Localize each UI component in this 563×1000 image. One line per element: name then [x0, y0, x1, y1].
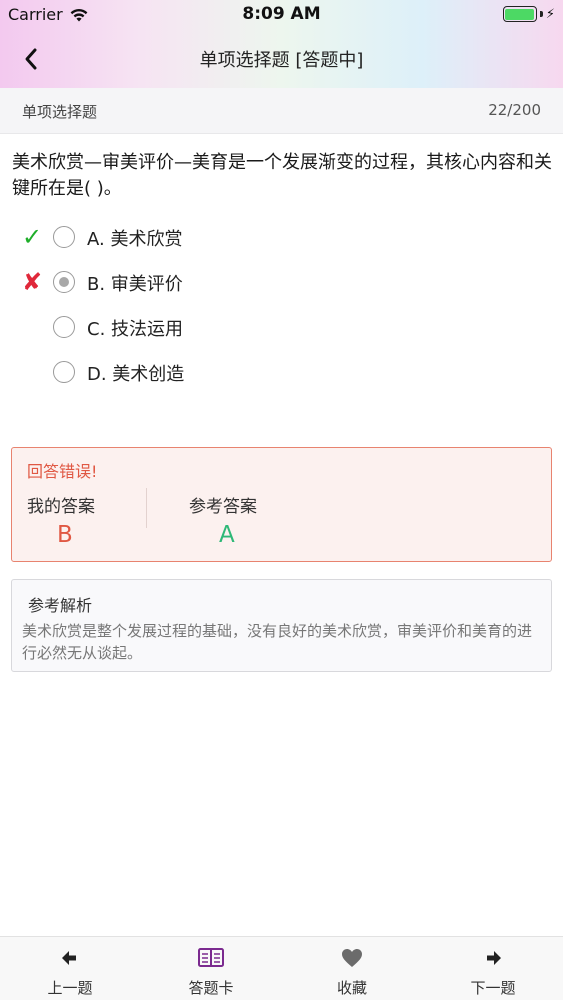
- page-title: 单项选择题 [答题中]: [199, 50, 364, 71]
- my-answer-value: B: [57, 522, 73, 548]
- question-text: 美术欣赏—审美评价—美育是一个发展渐变的过程，其核心内容和关键所在是( )。: [12, 152, 552, 199]
- cross-icon: ✘: [21, 268, 43, 296]
- bottom-tab-bar: 上一题 答题卡 收藏 下一题: [0, 936, 563, 1000]
- tab-label: 上一题: [47, 979, 93, 997]
- tab-label: 答题卡: [188, 979, 234, 997]
- answer-option[interactable]: ✘ B. 审美评价: [0, 262, 563, 302]
- option-label: B. 审美评价: [87, 274, 183, 295]
- result-divider: [146, 488, 147, 528]
- battery-icon: ⚡: [502, 6, 555, 22]
- question-progress: 22/200: [488, 101, 541, 119]
- my-answer-label: 我的答案: [27, 497, 95, 517]
- reference-answer-label: 参考答案: [189, 497, 257, 517]
- charging-icon: ⚡: [545, 6, 555, 22]
- option-label: C. 技法运用: [87, 319, 184, 340]
- radio-button[interactable]: [53, 361, 75, 383]
- tab-favorite[interactable]: 收藏: [282, 937, 422, 1000]
- radio-button[interactable]: [53, 271, 75, 293]
- radio-button[interactable]: [53, 226, 75, 248]
- question-info-bar: 单项选择题 22/200: [0, 88, 563, 134]
- reference-answer-value: A: [219, 522, 235, 548]
- answer-option[interactable]: D. 美术创造: [0, 352, 563, 392]
- status-bar: Carrier 8:09 AM ⚡: [0, 0, 563, 30]
- status-time: 8:09 AM: [242, 4, 321, 24]
- heart-icon: [342, 949, 362, 967]
- header: Carrier 8:09 AM ⚡ 单项选择题 [答题中]: [0, 0, 563, 88]
- tab-answer-card[interactable]: 答题卡: [141, 937, 281, 1000]
- answer-option[interactable]: C. 技法运用: [0, 307, 563, 347]
- tab-next-question[interactable]: 下一题: [423, 937, 563, 1000]
- arrow-left-icon: [62, 951, 76, 965]
- analysis-text: 美术欣赏是整个发展过程的基础，没有良好的美术欣赏，审美评价和美育的进行必然无从谈…: [22, 622, 533, 662]
- result-heading: 回答错误!: [27, 462, 98, 481]
- nav-bar: 单项选择题 [答题中]: [0, 30, 563, 88]
- mark-placeholder: [20, 358, 44, 386]
- radio-button[interactable]: [53, 316, 75, 338]
- analysis-heading: 参考解析: [28, 596, 93, 615]
- check-icon: ✓: [21, 223, 43, 251]
- tab-previous-question[interactable]: 上一题: [0, 937, 140, 1000]
- book-icon: [198, 948, 224, 967]
- option-label: A. 美术欣赏: [87, 229, 183, 250]
- question-type: 单项选择题: [22, 103, 98, 121]
- arrow-right-icon: [487, 951, 501, 965]
- result-panel: 回答错误! 我的答案 B 参考答案 A: [11, 447, 552, 562]
- tab-label: 收藏: [336, 979, 367, 997]
- answer-option[interactable]: ✓ A. 美术欣赏: [0, 217, 563, 257]
- mark-placeholder: [20, 313, 44, 341]
- tab-label: 下一题: [470, 979, 516, 997]
- analysis-panel: 参考解析 美术欣赏是整个发展过程的基础，没有良好的美术欣赏，审美评价和美育的进行…: [11, 579, 552, 672]
- option-label: D. 美术创造: [87, 364, 185, 385]
